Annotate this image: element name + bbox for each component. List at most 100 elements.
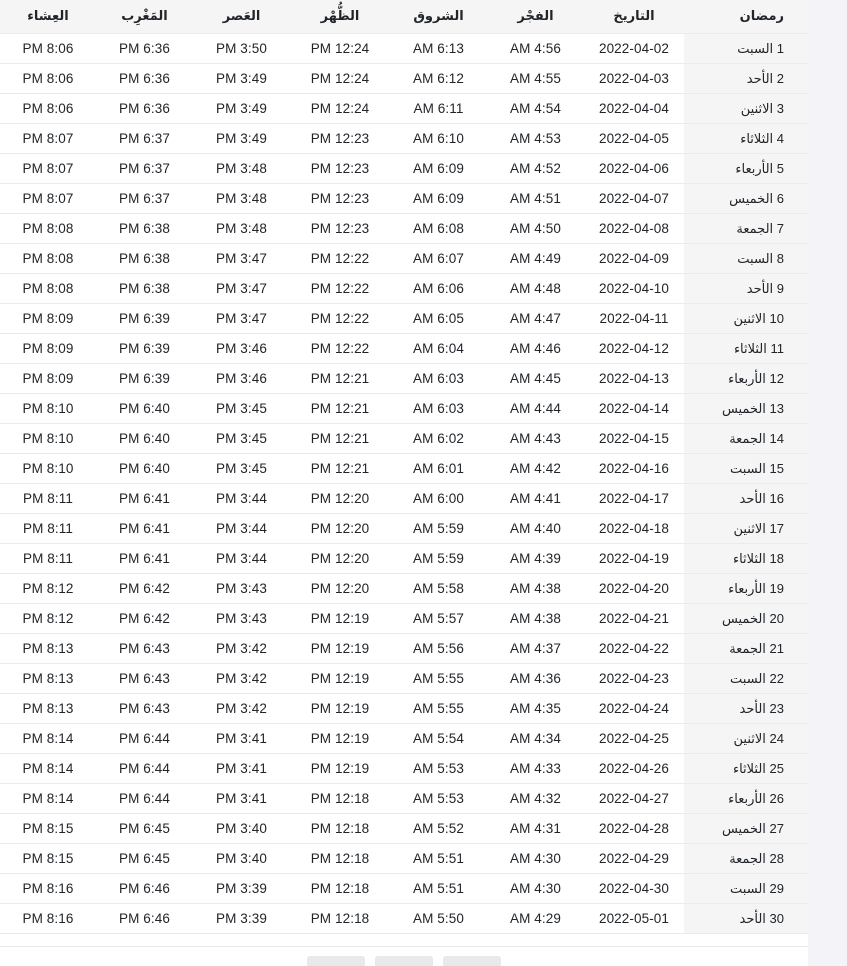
cell-ramadan: 23 الأحد (684, 693, 808, 724)
cell-sunrise: AM 6:02 (413, 431, 464, 446)
cell-ramadan: 25 الثلاثاء (684, 753, 808, 784)
cell-sunrise: AM 6:07 (413, 251, 464, 266)
cell-fajr: AM 4:30 (510, 881, 561, 896)
cell-asr: PM 3:49 (216, 101, 267, 116)
table-row[interactable]: 12 الأربعاء 2022-04-13 AM 4:45 AM 6:03 PM 12… (0, 363, 808, 394)
column-header-isha[interactable]: العِشاء (0, 0, 96, 34)
table-scroll-container[interactable]: رمضان التاريخ الفجْر الشروق الظُّهْر الع… (0, 0, 808, 966)
table-row[interactable]: 26 الأربعاء 2022-04-27 AM 4:32 AM 5:53 PM 12… (0, 783, 808, 814)
column-header-date[interactable]: التاريخ (584, 0, 684, 34)
cell-isha: PM 8:08 (22, 221, 74, 236)
cell-date: 2022-04-02 (598, 41, 670, 56)
cell-dhuhr: PM 12:22 (310, 251, 370, 266)
cell-dhuhr: PM 12:24 (310, 41, 370, 56)
cell-maghrib: PM 6:45 (119, 821, 170, 836)
table-row[interactable]: 6 الخميس 2022-04-07 AM 4:51 AM 6:09 PM 12:23… (0, 183, 808, 214)
cell-ramadan: 21 الجمعة (684, 633, 808, 664)
table-row[interactable]: 13 الخميس 2022-04-14 AM 4:44 AM 6:03 PM 12:2… (0, 393, 808, 424)
cell-date: 2022-04-16 (598, 461, 670, 476)
column-header-asr[interactable]: العَصر (193, 0, 290, 34)
cell-date: 2022-04-15 (598, 431, 670, 446)
table-row[interactable]: 27 الخميس 2022-04-28 AM 4:31 AM 5:52 PM 12:1… (0, 813, 808, 844)
table-row[interactable]: 2 الأحد 2022-04-03 AM 4:55 AM 6:12 PM 12:24 P… (0, 63, 808, 94)
cell-isha: PM 8:11 (23, 551, 73, 566)
table-row[interactable]: 28 الجمعة 2022-04-29 AM 4:30 AM 5:51 PM 12:1… (0, 843, 808, 874)
cell-ramadan: 19 الأربعاء (684, 573, 808, 604)
cell-fajr: AM 4:56 (510, 41, 561, 56)
cell-sunrise: AM 6:03 (413, 401, 464, 416)
cell-date: 2022-04-27 (598, 791, 670, 806)
cell-maghrib: PM 6:43 (119, 701, 170, 716)
cell-isha: PM 8:07 (22, 191, 74, 206)
table-row[interactable]: 16 الأحد 2022-04-17 AM 4:41 AM 6:00 PM 12:20… (0, 483, 808, 514)
cell-asr: PM 3:48 (216, 191, 267, 206)
column-header-ramadan[interactable]: رمضان (684, 0, 808, 34)
cell-ramadan: 22 السبت (684, 663, 808, 694)
cell-sunrise: AM 6:01 (413, 461, 464, 476)
table-row[interactable]: 25 الثلاثاء 2022-04-26 AM 4:33 AM 5:53 PM 12… (0, 753, 808, 784)
cell-sunrise: AM 6:11 (413, 101, 464, 116)
cell-fajr: AM 4:33 (510, 761, 561, 776)
column-header-sunrise[interactable]: الشروق (390, 0, 487, 34)
table-row[interactable]: 21 الجمعة 2022-04-22 AM 4:37 AM 5:56 PM 12:1… (0, 633, 808, 664)
table-row[interactable]: 7 الجمعة 2022-04-08 AM 4:50 AM 6:08 PM 12:23… (0, 213, 808, 244)
cell-dhuhr: PM 12:18 (310, 881, 370, 896)
table-row[interactable]: 4 الثلاثاء 2022-04-05 AM 4:53 AM 6:10 PM 12:… (0, 123, 808, 154)
table-row[interactable]: 24 الاثنين 2022-04-25 AM 4:34 AM 5:54 PM 12:… (0, 723, 808, 754)
cell-asr: PM 3:42 (216, 701, 267, 716)
column-header-maghrib[interactable]: المَغْرِب (96, 0, 193, 34)
table-row[interactable]: 20 الخميس 2022-04-21 AM 4:38 AM 5:57 PM 12:1… (0, 603, 808, 634)
cell-ramadan: 27 الخميس (684, 813, 808, 844)
column-header-fajr[interactable]: الفجْر (487, 0, 584, 34)
table-row[interactable]: 15 السبت 2022-04-16 AM 4:42 AM 6:01 PM 12:21… (0, 453, 808, 484)
cell-dhuhr: PM 12:23 (310, 161, 370, 176)
cell-asr: PM 3:44 (216, 491, 267, 506)
table-row[interactable]: 29 السبت 2022-04-30 AM 4:30 AM 5:51 PM 12:18… (0, 873, 808, 904)
cell-asr: PM 3:48 (216, 161, 267, 176)
cell-maghrib: PM 6:41 (119, 551, 170, 566)
cell-sunrise: AM 5:59 (413, 551, 464, 566)
cell-ramadan: 2 الأحد (684, 63, 808, 94)
table-row[interactable]: 5 الأربعاء 2022-04-06 AM 4:52 AM 6:09 PM 12:… (0, 153, 808, 184)
cell-isha: PM 8:09 (22, 311, 74, 326)
cell-date: 2022-04-24 (598, 701, 670, 716)
table-row[interactable]: 23 الأحد 2022-04-24 AM 4:35 AM 5:55 PM 12:19… (0, 693, 808, 724)
table-row[interactable]: 18 الثلاثاء 2022-04-19 AM 4:39 AM 5:59 PM 12… (0, 543, 808, 574)
cell-date: 2022-04-12 (598, 341, 670, 356)
cell-dhuhr: PM 12:21 (310, 461, 370, 476)
table-row[interactable]: 19 الأربعاء 2022-04-20 AM 4:38 AM 5:58 PM 12… (0, 573, 808, 604)
cell-fajr: AM 4:37 (510, 641, 561, 656)
table-row[interactable]: 1 السبت 2022-04-02 AM 4:56 AM 6:13 PM 12:24 P… (0, 33, 808, 64)
toolbar-button-2[interactable] (375, 956, 433, 966)
toolbar-button-3[interactable] (443, 956, 501, 966)
cell-isha: PM 8:14 (22, 791, 74, 806)
table-row[interactable]: 30 الأحد 2022-05-01 AM 4:29 AM 5:50 PM 12:18… (0, 903, 808, 934)
table-row[interactable]: 11 الثلاثاء 2022-04-12 AM 4:46 AM 6:04 PM 12… (0, 333, 808, 364)
cell-isha: PM 8:07 (22, 131, 74, 146)
table-row[interactable]: 17 الاثنين 2022-04-18 AM 4:40 AM 5:59 PM 12:… (0, 513, 808, 544)
cell-ramadan: 10 الاثنين (684, 303, 808, 334)
cell-isha: PM 8:08 (22, 281, 74, 296)
table-row[interactable]: 8 السبت 2022-04-09 AM 4:49 AM 6:07 PM 12:22 P… (0, 243, 808, 274)
table-row[interactable]: 14 الجمعة 2022-04-15 AM 4:43 AM 6:02 PM 12:2… (0, 423, 808, 454)
cell-sunrise: AM 5:55 (413, 671, 464, 686)
table-row[interactable]: 10 الاثنين 2022-04-11 AM 4:47 AM 6:05 PM 12:… (0, 303, 808, 334)
cell-ramadan: 30 الأحد (684, 903, 808, 934)
cell-maghrib: PM 6:39 (119, 371, 170, 386)
cell-isha: PM 8:16 (22, 881, 74, 896)
cell-sunrise: AM 6:03 (413, 371, 464, 386)
table-row[interactable]: 9 الأحد 2022-04-10 AM 4:48 AM 6:06 PM 12:22 P… (0, 273, 808, 304)
column-header-dhuhr[interactable]: الظُّهْر (290, 0, 390, 34)
cell-maghrib: PM 6:40 (119, 461, 170, 476)
cell-asr: PM 3:47 (216, 281, 267, 296)
toolbar-button-1[interactable] (307, 956, 365, 966)
table-row[interactable]: 3 الاثنين 2022-04-04 AM 4:54 AM 6:11 PM 12:2… (0, 93, 808, 124)
table-row[interactable]: 22 السبت 2022-04-23 AM 4:36 AM 5:55 PM 12:19… (0, 663, 808, 694)
cell-date: 2022-04-30 (598, 881, 670, 896)
cell-dhuhr: PM 12:23 (310, 131, 370, 146)
cell-date: 2022-04-25 (598, 731, 670, 746)
cell-fajr: AM 4:41 (510, 491, 561, 506)
cell-fajr: AM 4:38 (510, 611, 561, 626)
cell-dhuhr: PM 12:19 (310, 611, 370, 626)
cell-ramadan: 13 الخميس (684, 393, 808, 424)
